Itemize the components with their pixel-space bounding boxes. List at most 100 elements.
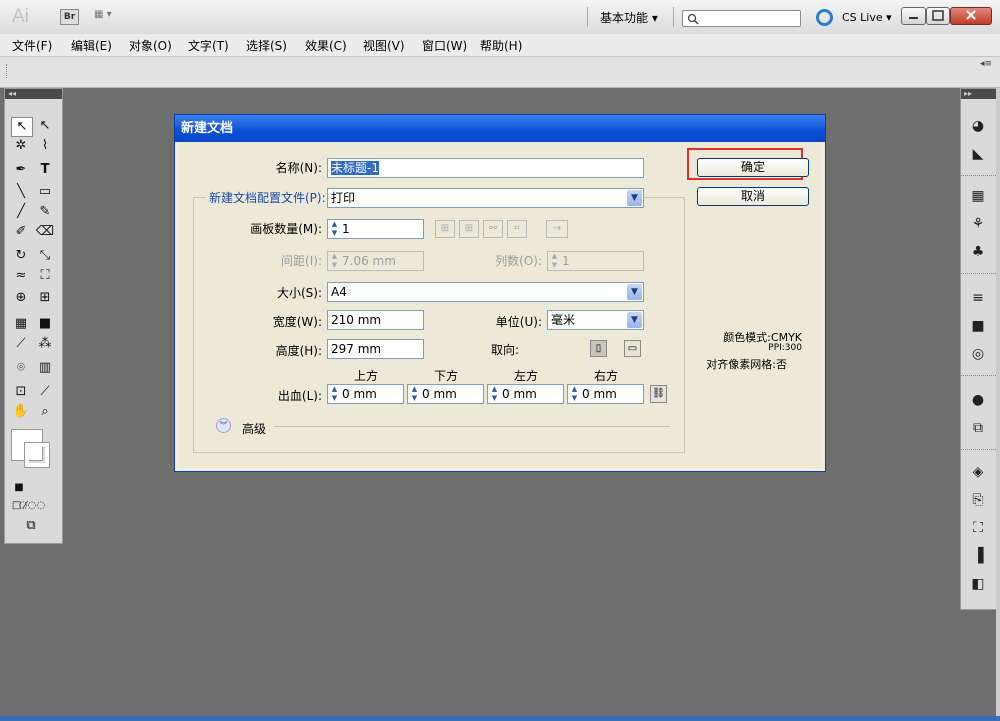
size-select[interactable]: A4 ▼: [327, 282, 644, 302]
panel-menu-icon[interactable]: ◂≡: [980, 59, 992, 69]
bridge-button[interactable]: Br: [60, 9, 79, 25]
blob-brush-tool-icon[interactable]: ✐: [11, 223, 31, 241]
panel-divider: [961, 273, 996, 277]
artboard-tool-icon[interactable]: ⊡: [11, 383, 31, 401]
rectangle-tool-icon[interactable]: ▭: [35, 183, 55, 201]
gradient-panel-icon[interactable]: ■: [969, 317, 987, 335]
cancel-button[interactable]: 取消: [697, 187, 809, 206]
name-input[interactable]: 未标题-1: [327, 158, 644, 178]
bleed-top-stepper[interactable]: ▲ ▼ 0 mm: [327, 384, 404, 404]
spinner-arrows-icon[interactable]: ▲ ▼: [569, 385, 580, 403]
bleed-bottom-stepper[interactable]: ▲ ▼ 0 mm: [407, 384, 484, 404]
columns-stepper[interactable]: ▲ ▼ 1: [547, 251, 644, 271]
magic-wand-tool-icon[interactable]: ✲: [11, 137, 31, 155]
expand-advanced-icon[interactable]: ︾: [216, 418, 231, 433]
transparency-panel-icon[interactable]: ◎: [969, 345, 987, 363]
color-guide-icon[interactable]: ◣: [969, 145, 987, 163]
symbol-sprayer-tool-icon[interactable]: ⌾: [11, 359, 31, 377]
spinner-arrows-icon[interactable]: ▲ ▼: [329, 385, 340, 403]
menu-select[interactable]: 选择(S): [246, 37, 287, 54]
pen-tool-icon[interactable]: ✒: [11, 161, 31, 179]
grid-by-column-icon[interactable]: ⊞: [459, 220, 479, 238]
stroke-swatch[interactable]: [24, 442, 50, 468]
scrollbar[interactable]: [996, 88, 1000, 718]
paintbrush-tool-icon[interactable]: ╱: [11, 203, 31, 221]
perspective-grid-tool-icon[interactable]: ⊞: [35, 289, 55, 307]
symbols-panel-icon[interactable]: ♣: [969, 243, 987, 261]
scale-tool-icon[interactable]: ⤡: [35, 247, 55, 265]
layers-panel-icon[interactable]: ◈: [969, 463, 987, 481]
width-input[interactable]: 210 mm: [327, 310, 424, 330]
brushes-panel-icon[interactable]: ⚘: [969, 215, 987, 233]
link-bleed-icon[interactable]: ⛓: [650, 385, 667, 403]
arrange-documents-button[interactable]: ▦ ▾: [94, 9, 120, 23]
column-graph-tool-icon[interactable]: ▥: [35, 359, 55, 377]
lasso-tool-icon[interactable]: ⌇: [35, 137, 55, 155]
layout-direction-icon[interactable]: →: [546, 220, 568, 238]
menu-file[interactable]: 文件(F): [12, 37, 52, 54]
minimize-button[interactable]: [901, 7, 926, 25]
workspace-switcher[interactable]: 基本功能 ▾: [600, 9, 658, 26]
profile-select[interactable]: 打印 ▼: [327, 188, 644, 208]
warp-tool-icon[interactable]: ≈: [11, 267, 31, 285]
search-help-input[interactable]: [682, 10, 801, 27]
menu-object[interactable]: 对象(O): [129, 37, 172, 54]
free-transform-tool-icon[interactable]: ⛶: [35, 267, 55, 285]
type-tool-icon[interactable]: T: [35, 161, 55, 179]
rotate-tool-icon[interactable]: ↻: [11, 247, 31, 265]
height-input[interactable]: 297 mm: [327, 339, 424, 359]
eyedropper-tool-icon[interactable]: ⟋: [11, 335, 31, 353]
drawing-mode-icons[interactable]: ◌◌◌: [9, 497, 55, 515]
transform-panel-icon[interactable]: ⛶: [969, 519, 987, 537]
cs-live-menu[interactable]: CS Live ▾: [842, 11, 892, 24]
pathfinder-panel-icon[interactable]: ◧: [969, 575, 987, 593]
grid-by-row-icon[interactable]: ⊞: [435, 220, 455, 238]
bleed-right-stepper[interactable]: ▲ ▼ 0 mm: [567, 384, 644, 404]
landscape-orientation-icon[interactable]: ▭: [624, 340, 641, 357]
collapse-panel-icon[interactable]: ◂◂: [5, 89, 62, 99]
spinner-arrows-icon[interactable]: ▲ ▼: [409, 385, 420, 403]
menu-edit[interactable]: 编辑(E): [71, 37, 112, 54]
direct-selection-tool-icon[interactable]: ↖: [35, 117, 55, 135]
menu-window[interactable]: 窗口(W): [422, 37, 467, 54]
ok-button[interactable]: 确定: [697, 158, 809, 177]
artboards-stepper[interactable]: ▲ ▼ 1: [327, 219, 424, 239]
arrange-by-row-icon[interactable]: ⚯: [483, 220, 503, 238]
menu-effect[interactable]: 效果(C): [305, 37, 347, 54]
portrait-orientation-icon[interactable]: ▯: [590, 340, 607, 357]
menu-type[interactable]: 文字(T): [188, 37, 229, 54]
appearance-panel-icon[interactable]: ●: [969, 391, 987, 409]
pencil-tool-icon[interactable]: ✎: [35, 203, 55, 221]
maximize-button[interactable]: [926, 7, 950, 25]
spinner-arrows-icon[interactable]: ▲ ▼: [329, 220, 340, 238]
blend-tool-icon[interactable]: ⁂: [35, 335, 55, 353]
color-mode-icons[interactable]: ■ □ ⁄: [9, 479, 29, 511]
zoom-tool-icon[interactable]: ⌕: [35, 403, 55, 421]
swatches-panel-icon[interactable]: ▦: [969, 187, 987, 205]
width-label: 宽度(W):: [272, 315, 322, 329]
units-select[interactable]: 毫米 ▼: [547, 310, 644, 330]
shape-builder-tool-icon[interactable]: ⊕: [11, 289, 31, 307]
arrange-by-column-icon[interactable]: ⌗: [507, 220, 527, 238]
control-bar-grip[interactable]: [6, 64, 10, 78]
align-panel-icon[interactable]: ▐: [969, 547, 987, 565]
artboards-panel-icon[interactable]: ⎘: [969, 491, 987, 509]
bleed-left-stepper[interactable]: ▲ ▼ 0 mm: [487, 384, 564, 404]
spinner-arrows-icon[interactable]: ▲ ▼: [489, 385, 500, 403]
eraser-tool-icon[interactable]: ⌫: [35, 223, 55, 241]
color-panel-icon[interactable]: ◕: [969, 117, 987, 135]
line-tool-icon[interactable]: ╲: [11, 183, 31, 201]
expand-panels-icon[interactable]: ▸▸: [961, 89, 996, 99]
graphic-styles-panel-icon[interactable]: ⧉: [969, 419, 987, 437]
selection-tool-icon[interactable]: ↖: [11, 117, 33, 137]
slice-tool-icon[interactable]: ⟋: [35, 383, 55, 401]
stroke-panel-icon[interactable]: ≡: [969, 289, 987, 307]
spacing-stepper[interactable]: ▲ ▼ 7.06 mm: [327, 251, 424, 271]
hand-tool-icon[interactable]: ✋: [11, 403, 31, 421]
menu-help[interactable]: 帮助(H): [480, 37, 522, 54]
close-button[interactable]: [950, 7, 992, 25]
gradient-tool-icon[interactable]: ■: [35, 315, 55, 333]
screen-mode-icon[interactable]: ⧉: [21, 517, 41, 535]
menu-view[interactable]: 视图(V): [363, 37, 405, 54]
mesh-tool-icon[interactable]: ▦: [11, 315, 31, 333]
